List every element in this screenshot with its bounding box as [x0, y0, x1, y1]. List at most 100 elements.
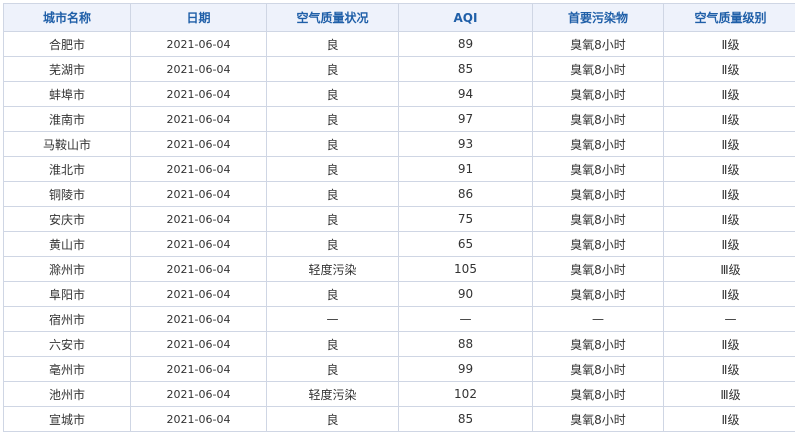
- air-quality-table: 城市名称 日期 空气质量状况 AQI 首要污染物 空气质量级别 合肥市 2021…: [3, 3, 795, 432]
- cell-date: 2021-06-04: [130, 31, 267, 57]
- cell-status: 轻度污染: [266, 256, 399, 282]
- cell-pollutant: —: [532, 306, 664, 332]
- cell-pollutant: 臭氧8小时: [532, 56, 664, 82]
- cell-date: 2021-06-04: [130, 256, 267, 282]
- cell-level: Ⅱ级: [663, 131, 795, 157]
- cell-level: Ⅱ级: [663, 31, 795, 57]
- cell-pollutant: 臭氧8小时: [532, 381, 664, 407]
- cell-status: 良: [266, 231, 399, 257]
- cell-city: 阜阳市: [3, 281, 131, 307]
- cell-pollutant: 臭氧8小时: [532, 81, 664, 107]
- table-row: 淮北市 2021-06-04 良 91 臭氧8小时 Ⅱ级: [3, 156, 795, 182]
- cell-aqi: 88: [398, 331, 533, 357]
- cell-aqi: 93: [398, 131, 533, 157]
- cell-level: Ⅱ级: [663, 331, 795, 357]
- table-row: 芜湖市 2021-06-04 良 85 臭氧8小时 Ⅱ级: [3, 56, 795, 82]
- cell-city: 马鞍山市: [3, 131, 131, 157]
- cell-date: 2021-06-04: [130, 331, 267, 357]
- cell-pollutant: 臭氧8小时: [532, 406, 664, 432]
- cell-aqi: 97: [398, 106, 533, 132]
- cell-aqi: 90: [398, 281, 533, 307]
- cell-date: 2021-06-04: [130, 356, 267, 382]
- cell-date: 2021-06-04: [130, 281, 267, 307]
- cell-aqi: 86: [398, 181, 533, 207]
- cell-city: 淮南市: [3, 106, 131, 132]
- cell-aqi: 99: [398, 356, 533, 382]
- column-header-status: 空气质量状况: [266, 3, 399, 32]
- cell-date: 2021-06-04: [130, 306, 267, 332]
- cell-status: 良: [266, 331, 399, 357]
- cell-status: 良: [266, 56, 399, 82]
- cell-city: 宿州市: [3, 306, 131, 332]
- cell-city: 合肥市: [3, 31, 131, 57]
- table-row: 池州市 2021-06-04 轻度污染 102 臭氧8小时 Ⅲ级: [3, 381, 795, 407]
- cell-city: 黄山市: [3, 231, 131, 257]
- cell-level: Ⅱ级: [663, 81, 795, 107]
- cell-date: 2021-06-04: [130, 156, 267, 182]
- cell-pollutant: 臭氧8小时: [532, 256, 664, 282]
- cell-aqi: 75: [398, 206, 533, 232]
- cell-aqi: 65: [398, 231, 533, 257]
- table-row: 阜阳市 2021-06-04 良 90 臭氧8小时 Ⅱ级: [3, 281, 795, 307]
- cell-status: 良: [266, 131, 399, 157]
- cell-pollutant: 臭氧8小时: [532, 131, 664, 157]
- cell-city: 宣城市: [3, 406, 131, 432]
- table-row: 安庆市 2021-06-04 良 75 臭氧8小时 Ⅱ级: [3, 206, 795, 232]
- cell-city: 芜湖市: [3, 56, 131, 82]
- column-header-city: 城市名称: [3, 3, 131, 32]
- table-row: 淮南市 2021-06-04 良 97 臭氧8小时 Ⅱ级: [3, 106, 795, 132]
- cell-date: 2021-06-04: [130, 106, 267, 132]
- cell-aqi: 94: [398, 81, 533, 107]
- cell-level: Ⅱ级: [663, 356, 795, 382]
- cell-aqi: 85: [398, 56, 533, 82]
- cell-aqi: 85: [398, 406, 533, 432]
- cell-level: Ⅲ级: [663, 256, 795, 282]
- cell-date: 2021-06-04: [130, 81, 267, 107]
- header-row: 城市名称 日期 空气质量状况 AQI 首要污染物 空气质量级别: [3, 3, 795, 32]
- cell-status: 良: [266, 406, 399, 432]
- cell-pollutant: 臭氧8小时: [532, 231, 664, 257]
- cell-level: Ⅱ级: [663, 106, 795, 132]
- cell-city: 亳州市: [3, 356, 131, 382]
- cell-date: 2021-06-04: [130, 381, 267, 407]
- cell-level: Ⅱ级: [663, 281, 795, 307]
- column-header-aqi: AQI: [398, 3, 533, 32]
- table-row: 马鞍山市 2021-06-04 良 93 臭氧8小时 Ⅱ级: [3, 131, 795, 157]
- cell-aqi: —: [398, 306, 533, 332]
- cell-level: Ⅱ级: [663, 206, 795, 232]
- cell-aqi: 91: [398, 156, 533, 182]
- cell-pollutant: 臭氧8小时: [532, 181, 664, 207]
- cell-status: —: [266, 306, 399, 332]
- cell-pollutant: 臭氧8小时: [532, 281, 664, 307]
- table-row: 黄山市 2021-06-04 良 65 臭氧8小时 Ⅱ级: [3, 231, 795, 257]
- cell-pollutant: 臭氧8小时: [532, 356, 664, 382]
- cell-status: 良: [266, 356, 399, 382]
- table-row: 合肥市 2021-06-04 良 89 臭氧8小时 Ⅱ级: [3, 31, 795, 57]
- cell-status: 良: [266, 106, 399, 132]
- table-body: 合肥市 2021-06-04 良 89 臭氧8小时 Ⅱ级 芜湖市 2021-06…: [3, 31, 795, 432]
- cell-city: 淮北市: [3, 156, 131, 182]
- cell-level: Ⅱ级: [663, 56, 795, 82]
- table-header: 城市名称 日期 空气质量状况 AQI 首要污染物 空气质量级别: [3, 3, 795, 32]
- cell-date: 2021-06-04: [130, 231, 267, 257]
- cell-date: 2021-06-04: [130, 131, 267, 157]
- table-row: 宿州市 2021-06-04 — — — —: [3, 306, 795, 332]
- cell-status: 良: [266, 31, 399, 57]
- cell-level: Ⅱ级: [663, 156, 795, 182]
- cell-aqi: 102: [398, 381, 533, 407]
- cell-pollutant: 臭氧8小时: [532, 331, 664, 357]
- cell-city: 铜陵市: [3, 181, 131, 207]
- cell-level: Ⅱ级: [663, 181, 795, 207]
- cell-pollutant: 臭氧8小时: [532, 156, 664, 182]
- cell-pollutant: 臭氧8小时: [532, 206, 664, 232]
- cell-status: 良: [266, 206, 399, 232]
- cell-status: 良: [266, 181, 399, 207]
- column-header-pollutant: 首要污染物: [532, 3, 664, 32]
- cell-aqi: 89: [398, 31, 533, 57]
- cell-date: 2021-06-04: [130, 406, 267, 432]
- cell-aqi: 105: [398, 256, 533, 282]
- cell-level: Ⅲ级: [663, 381, 795, 407]
- column-header-level: 空气质量级别: [663, 3, 795, 32]
- cell-city: 池州市: [3, 381, 131, 407]
- cell-status: 良: [266, 281, 399, 307]
